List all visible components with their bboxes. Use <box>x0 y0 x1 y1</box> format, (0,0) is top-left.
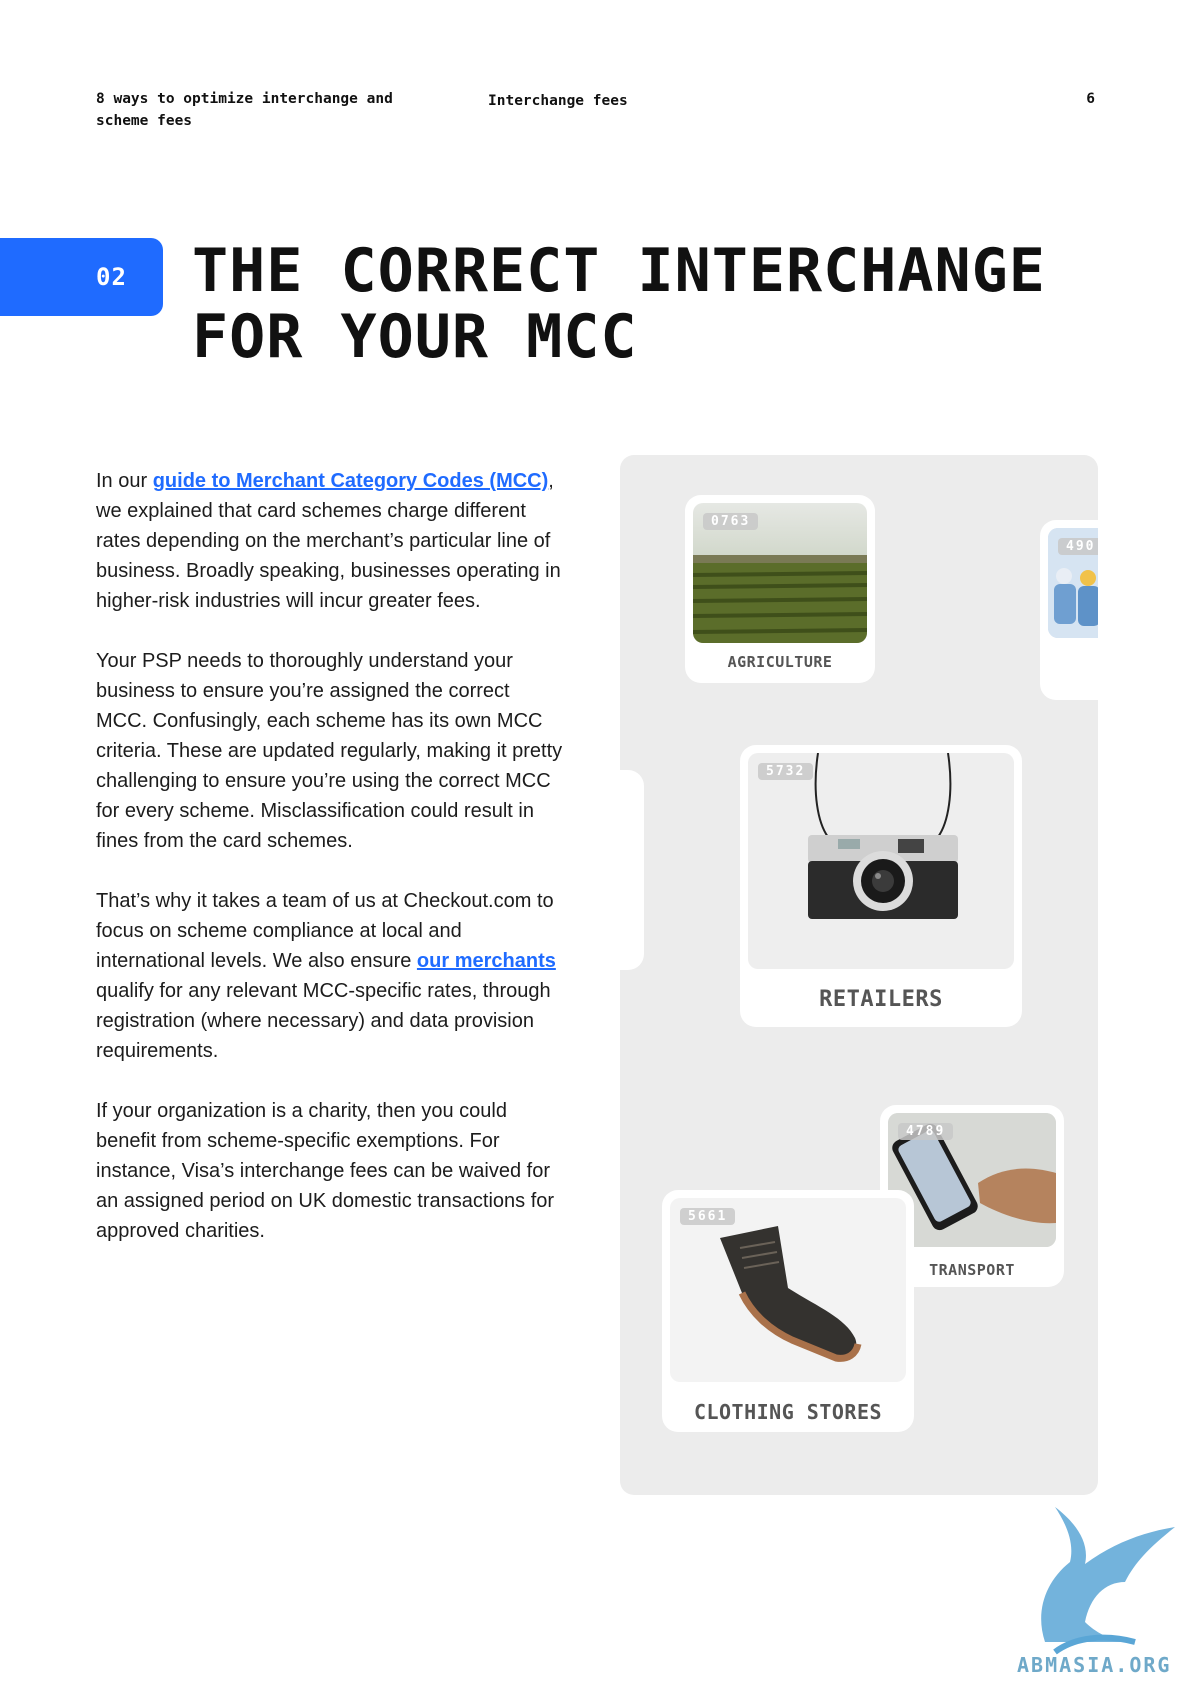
mcc-label: AGRICULTURE <box>727 653 833 671</box>
mcc-illustration-panel: 0763 AGRICULTURE 490 5732 RETAILERS 4789… <box>620 455 1098 1495</box>
paragraph-1: In our guide to Merchant Category Codes … <box>96 470 561 612</box>
paragraph-4: If your organization is a charity, then … <box>96 1100 555 1242</box>
section-title: THE CORRECT INTERCHANGE FOR YOUR MCC <box>192 236 1046 372</box>
mcc-code-badge: 4789 <box>898 1123 954 1140</box>
mcc-card-clothing-stores: 5661 CLOTHING STORES <box>662 1190 914 1432</box>
watermark-text: ABMASIA.ORG <box>1017 1653 1172 1677</box>
workers-image: 490 <box>1048 528 1098 638</box>
clothing-image: 5661 <box>670 1198 906 1382</box>
agriculture-image: 0763 <box>693 503 867 643</box>
mcc-code-badge: 0763 <box>703 513 759 530</box>
mcc-guide-link[interactable]: guide to Merchant Category Codes (MCC) <box>153 470 549 492</box>
mcc-code-badge: 5661 <box>680 1208 736 1225</box>
mcc-label: RETAILERS <box>819 987 943 1012</box>
running-header-title: 8 ways to optimize interchange and schem… <box>96 91 393 129</box>
section-number-tab: 02 <box>0 238 163 316</box>
griffin-logo-icon <box>1041 1507 1175 1655</box>
mcc-code-badge: 490 <box>1058 538 1098 555</box>
body-text: In our guide to Merchant Category Codes … <box>96 466 566 1276</box>
running-header-section: Interchange fees <box>488 93 628 109</box>
mcc-card-partial: 490 <box>1040 520 1098 700</box>
camera-illustration <box>808 753 958 919</box>
mcc-code-badge: 5732 <box>758 763 814 780</box>
mcc-card-retailers: 5732 RETAILERS <box>740 745 1022 1027</box>
page-number: 6 <box>1086 91 1095 107</box>
panel-notch <box>620 770 644 970</box>
paragraph-2: Your PSP needs to thoroughly understand … <box>96 650 563 852</box>
boot-illustration <box>720 1226 862 1362</box>
paragraph-3: That’s why it takes a team of us at Chec… <box>96 890 556 1062</box>
mcc-card-agriculture: 0763 AGRICULTURE <box>685 495 875 683</box>
mcc-label: CLOTHING STORES <box>693 1400 883 1424</box>
retailers-image: 5732 <box>748 753 1014 969</box>
our-merchants-link[interactable]: our merchants <box>417 950 556 972</box>
